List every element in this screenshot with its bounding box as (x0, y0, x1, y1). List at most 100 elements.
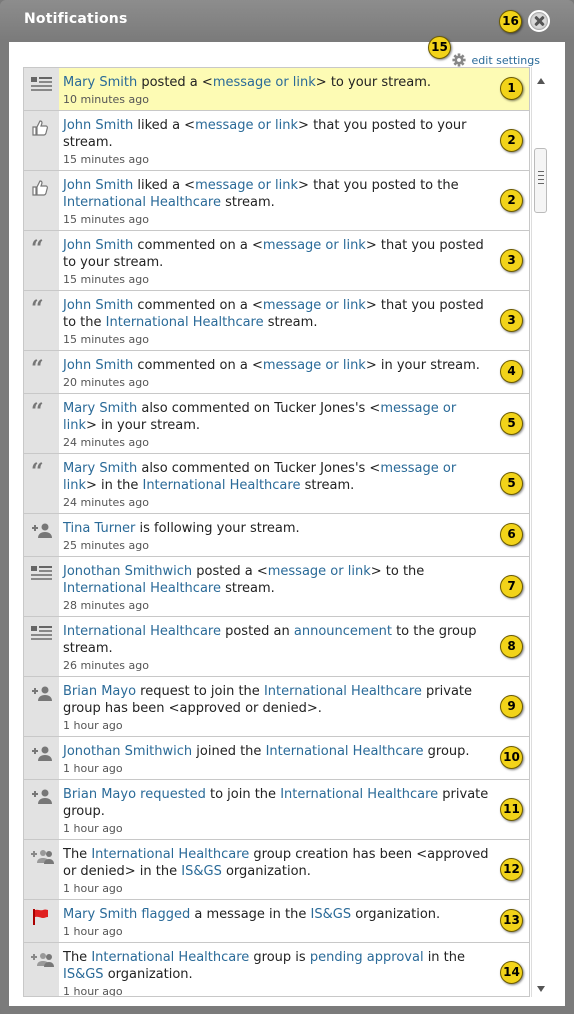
callout-badge: 3 (500, 308, 523, 332)
svg-text:“: “ (31, 462, 44, 478)
notification-item[interactable]: “ Mary Smith also commented on Tucker Jon… (24, 394, 529, 454)
notification-content: Jonothan Smithwich posted a <message or … (59, 557, 529, 616)
add-group-icon (24, 840, 59, 899)
notification-text-fragment: > that you posted to the (298, 178, 459, 193)
svg-text:“: “ (31, 299, 44, 315)
callout-badge: 2 (500, 128, 523, 152)
notification-link[interactable]: Brian Mayo (63, 684, 136, 699)
notification-link[interactable]: John Smith (63, 298, 133, 313)
notification-link[interactable]: message or link (263, 358, 366, 373)
notification-link[interactable]: message or link (195, 118, 298, 133)
callout-badge: 1 (500, 77, 523, 100)
notification-link[interactable]: International Healthcare (106, 315, 264, 330)
notification-text-fragment: organization. (221, 864, 311, 879)
notification-link[interactable]: message or link (195, 178, 298, 193)
notification-timestamp: 28 minutes ago (63, 599, 149, 612)
notification-text-fragment: group. (423, 744, 470, 759)
notification-link[interactable]: Brian Mayo requested (63, 787, 206, 802)
notification-item[interactable]: “ John Smith commented on a <message or l… (24, 231, 529, 291)
notification-link[interactable]: John Smith (63, 238, 133, 253)
notification-link[interactable]: John Smith (63, 358, 133, 373)
scroll-up-icon[interactable] (537, 78, 545, 84)
notification-item[interactable]: John Smith liked a <message or link> tha… (24, 111, 529, 171)
close-icon[interactable] (528, 10, 550, 32)
notification-link[interactable]: announcement (294, 624, 392, 639)
notification-link[interactable]: message or link (268, 564, 371, 579)
notification-item[interactable]: Brian Mayo requested to join the Interna… (24, 780, 529, 840)
callout-badge: 4 (500, 360, 523, 383)
notification-link[interactable]: message or link (213, 75, 316, 90)
notification-link[interactable]: John Smith (63, 178, 133, 193)
notification-link[interactable]: Mary Smith (63, 75, 137, 90)
notification-text-fragment: > in your stream. (365, 358, 480, 373)
notification-link[interactable]: Tina Turner (63, 521, 135, 536)
notification-timestamp: 24 minutes ago (63, 496, 149, 509)
notification-text: The International Healthcare group creat… (63, 846, 494, 880)
notification-link[interactable]: Mary Smith (63, 461, 137, 476)
notification-link[interactable]: Mary Smith flagged (63, 907, 190, 922)
notification-item[interactable]: Jonothan Smithwich joined the Internatio… (24, 737, 529, 780)
notification-item[interactable]: Mary Smith posted a <message or link> to… (24, 68, 529, 111)
notification-link[interactable]: International Healthcare (91, 847, 249, 862)
stream-post-icon (24, 557, 59, 616)
thumbs-up-icon (24, 171, 59, 230)
edit-settings-link[interactable]: edit settings (472, 54, 540, 67)
notification-link[interactable]: Mary Smith (63, 401, 137, 416)
gear-icon[interactable] (451, 53, 466, 67)
notification-content: John Smith liked a <message or link> tha… (59, 171, 529, 230)
callout-badge: 5 (500, 411, 523, 435)
notification-item[interactable]: John Smith liked a <message or link> tha… (24, 171, 529, 231)
notifications-window: Notifications 16 edit settings 15 Mary S… (0, 0, 574, 1014)
add-user-icon (24, 780, 59, 839)
callout-badge: 2 (500, 188, 523, 212)
add-user-icon (24, 677, 59, 736)
notification-link[interactable]: John Smith (63, 118, 133, 133)
notification-link[interactable]: International Healthcare (280, 787, 438, 802)
notification-content: John Smith commented on a <message or li… (59, 351, 529, 393)
notification-text-fragment: > to your stream. (315, 75, 432, 90)
notification-item[interactable]: “ John Smith commented on a <message or l… (24, 351, 529, 394)
notification-item[interactable]: Mary Smith flagged a message in the IS&G… (24, 900, 529, 943)
notification-link[interactable]: Jonothan Smithwich (63, 564, 192, 579)
scrollbar[interactable] (531, 67, 549, 997)
notification-link[interactable]: message or link (263, 298, 366, 313)
notification-link[interactable]: IS&GS (311, 907, 352, 922)
notification-item[interactable]: “ John Smith commented on a <message or l… (24, 291, 529, 351)
notification-item[interactable]: Tina Turner is following your stream. 25 … (24, 514, 529, 557)
notification-timestamp: 1 hour ago (63, 882, 123, 895)
notification-link[interactable]: IS&GS (63, 967, 104, 982)
notification-link[interactable]: IS&GS (181, 864, 222, 879)
notification-link[interactable]: International Healthcare (63, 195, 221, 210)
notification-link[interactable]: International Healthcare (91, 950, 249, 965)
notification-item[interactable]: “ Mary Smith also commented on Tucker Jon… (24, 454, 529, 514)
notification-item[interactable]: International Healthcare posted an annou… (24, 617, 529, 677)
settings-bar[interactable]: edit settings (451, 52, 540, 68)
window-title: Notifications (24, 11, 128, 27)
notification-link[interactable]: message or link (263, 238, 366, 253)
notifications-panel: edit settings 1 5 Mary Smith posted a <me… (9, 36, 565, 1006)
notification-text-fragment: liked a < (133, 178, 196, 193)
notification-link[interactable]: Jonothan Smithwich (63, 744, 192, 759)
notification-item[interactable]: The International Healthcare group is pe… (24, 943, 529, 996)
notification-content: Brian Mayo request to join the Internati… (59, 677, 529, 736)
quote-icon: “ (24, 231, 59, 290)
notification-text: Mary Smith also commented on Tucker Jone… (63, 400, 494, 434)
thumbs-up-icon (24, 111, 59, 170)
notification-text-fragment: stream. (220, 581, 275, 596)
notification-link[interactable]: International Healthcare (266, 744, 424, 759)
notification-content: International Healthcare posted an annou… (59, 617, 529, 676)
notification-timestamp: 1 hour ago (63, 822, 123, 835)
notification-item[interactable]: Jonothan Smithwich posted a <message or … (24, 557, 529, 617)
scroll-thumb[interactable] (534, 148, 547, 213)
notification-link[interactable]: International Healthcare (63, 624, 221, 639)
notification-link[interactable]: International Healthcare (264, 684, 422, 699)
notification-link[interactable]: pending approval (310, 950, 424, 965)
notification-link[interactable]: International Healthcare (63, 581, 221, 596)
callout-badge: 3 (500, 248, 523, 272)
notification-item[interactable]: Brian Mayo request to join the Internati… (24, 677, 529, 737)
notification-item[interactable]: The International Healthcare group creat… (24, 840, 529, 900)
notification-link[interactable]: International Healthcare (142, 478, 300, 493)
notification-text: Mary Smith also commented on Tucker Jone… (63, 460, 494, 494)
scroll-down-icon[interactable] (537, 986, 545, 992)
notification-text: John Smith liked a <message or link> tha… (63, 117, 494, 151)
